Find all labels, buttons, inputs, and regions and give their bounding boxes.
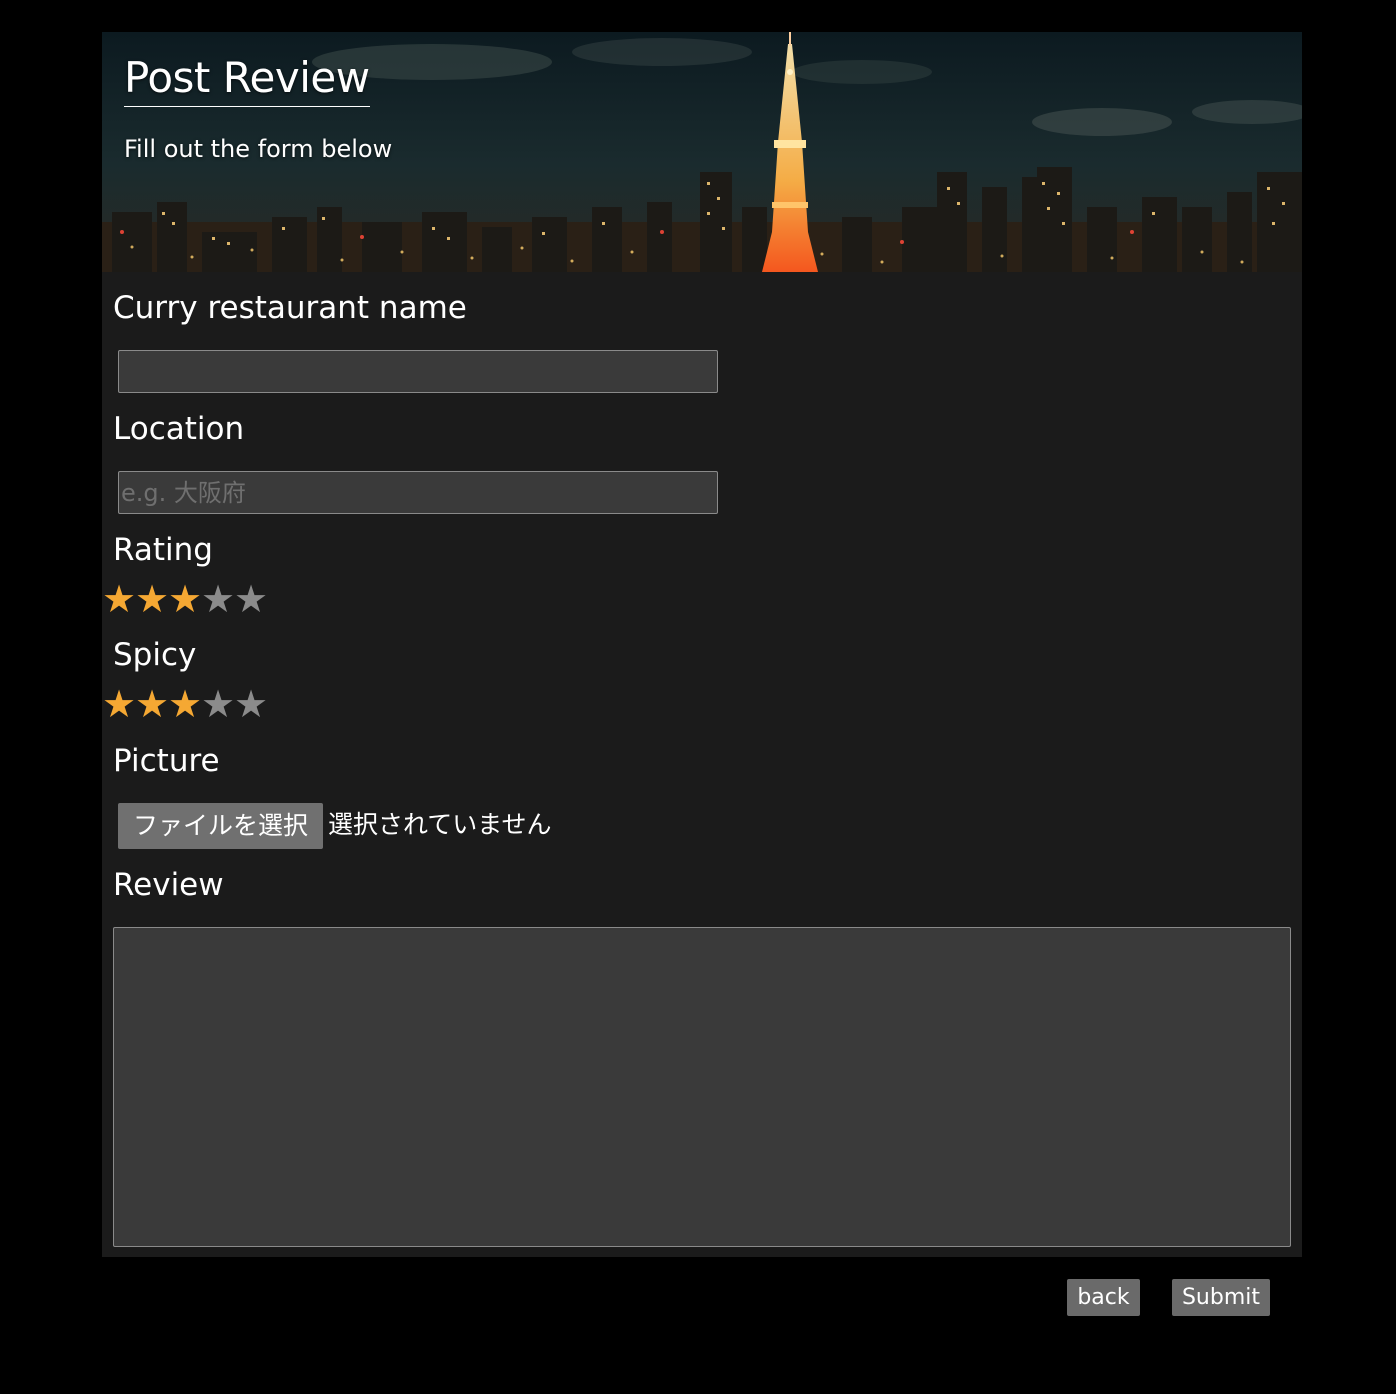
file-status-text: 選択されていません [328, 810, 552, 839]
location-input[interactable] [118, 471, 718, 514]
page-subtitle: Fill out the form below [124, 135, 393, 163]
spicy-stars[interactable]: ★ ★ ★ ★ ★ [102, 684, 268, 724]
spicy-label: Spicy [113, 637, 197, 673]
back-button[interactable]: back [1067, 1279, 1140, 1316]
review-textarea[interactable] [113, 927, 1291, 1247]
star-icon[interactable]: ★ [135, 684, 169, 724]
star-icon[interactable]: ★ [234, 579, 268, 619]
review-form-panel: Post Review Fill out the form below Curr… [102, 32, 1302, 1257]
star-icon[interactable]: ★ [168, 684, 202, 724]
restaurant-name-label: Curry restaurant name [113, 290, 467, 326]
page-title: Post Review [124, 52, 370, 107]
location-label: Location [113, 411, 245, 447]
star-icon[interactable]: ★ [102, 579, 136, 619]
rating-label: Rating [113, 532, 213, 568]
submit-button[interactable]: Submit [1172, 1279, 1270, 1316]
star-icon[interactable]: ★ [102, 684, 136, 724]
star-icon[interactable]: ★ [234, 684, 268, 724]
restaurant-name-input[interactable] [118, 350, 718, 393]
star-icon[interactable]: ★ [201, 579, 235, 619]
picture-label: Picture [113, 743, 220, 779]
review-label: Review [113, 867, 224, 903]
star-icon[interactable]: ★ [135, 579, 169, 619]
star-icon[interactable]: ★ [168, 579, 202, 619]
rating-stars[interactable]: ★ ★ ★ ★ ★ [102, 579, 268, 619]
hero-banner: Post Review Fill out the form below [102, 32, 1302, 272]
star-icon[interactable]: ★ [201, 684, 235, 724]
choose-file-button[interactable]: ファイルを選択 [118, 803, 323, 849]
